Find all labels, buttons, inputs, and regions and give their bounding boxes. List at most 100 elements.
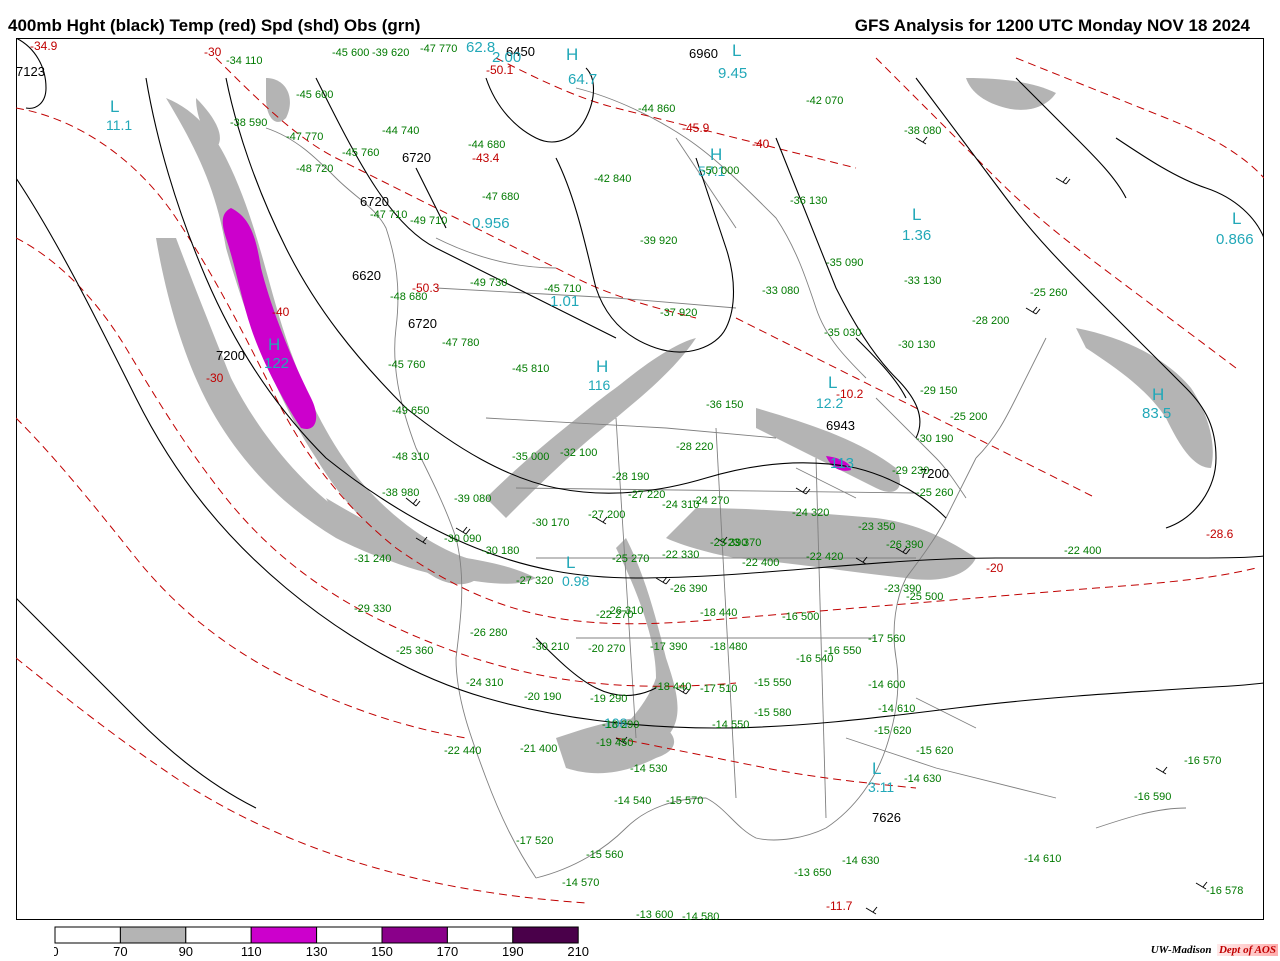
obs: -32 100 bbox=[560, 447, 597, 459]
extrema-type: H bbox=[596, 357, 608, 376]
extrema-value: 11.1 bbox=[106, 117, 132, 133]
obs: -14 610 bbox=[878, 703, 915, 715]
extrema-value: 3.11 bbox=[868, 779, 894, 795]
credit-org: UW-Madison bbox=[1150, 944, 1212, 956]
obs: -34 110 bbox=[226, 55, 263, 67]
colorbar-segment bbox=[446, 926, 514, 944]
colorbar-tick-label: 70 bbox=[113, 944, 127, 956]
extrema-value: 0.866 bbox=[1216, 231, 1254, 248]
extrema-value: 122 bbox=[264, 355, 289, 372]
height-label: 6943 bbox=[826, 418, 855, 433]
credit-dept: Dept of AOS bbox=[1216, 944, 1278, 956]
obs: -31 240 bbox=[354, 553, 391, 565]
obs: -47 710 bbox=[370, 209, 407, 221]
obs: -14 530 bbox=[630, 763, 667, 775]
obs: -13 650 bbox=[794, 867, 831, 879]
extrema-type: L bbox=[1232, 209, 1241, 228]
extrema-value: 62.8 bbox=[466, 39, 495, 56]
obs: -20 270 bbox=[588, 643, 625, 655]
colorbar-segment bbox=[119, 926, 187, 944]
obs: -28 220 bbox=[676, 441, 713, 453]
obs: -15 620 bbox=[916, 745, 953, 757]
temp-label: -20 bbox=[986, 561, 1004, 575]
obs: -42 070 bbox=[806, 95, 843, 107]
obs: -17 390 bbox=[650, 641, 687, 653]
height-label: 6720 bbox=[408, 316, 437, 331]
obs: -22 400 bbox=[742, 557, 779, 569]
obs: -49 710 bbox=[410, 215, 447, 227]
obs: -20 190 bbox=[524, 691, 561, 703]
obs: -23 390 bbox=[710, 537, 747, 549]
obs: -25 360 bbox=[396, 645, 433, 657]
obs: -15 570 bbox=[666, 795, 703, 807]
obs: -22 420 bbox=[806, 551, 843, 563]
extrema-value: 1.01 bbox=[550, 293, 579, 310]
colorbar-segment bbox=[316, 926, 383, 944]
obs: -27 220 bbox=[628, 489, 665, 501]
obs: -18 440 bbox=[700, 607, 737, 619]
obs: -16 578 bbox=[1206, 885, 1243, 897]
obs: -33 080 bbox=[762, 285, 799, 297]
obs: -30 090 bbox=[444, 533, 481, 545]
colorbar-tick-label: 0 bbox=[54, 944, 59, 956]
extrema-value: 64.7 bbox=[568, 71, 597, 88]
obs: -14 600 bbox=[868, 679, 905, 691]
obs: -16 590 bbox=[1134, 791, 1171, 803]
obs: -49 730 bbox=[470, 277, 507, 289]
extrema-value: 1.36 bbox=[902, 227, 931, 244]
obs: -45 600 bbox=[332, 47, 369, 59]
obs: -47 770 bbox=[420, 43, 457, 55]
obs: -14 630 bbox=[842, 855, 879, 867]
obs: -24 310 bbox=[466, 677, 503, 689]
extrema-value: 0.98 bbox=[562, 573, 589, 589]
temp-label: -28.6 bbox=[1206, 527, 1234, 541]
obs: -22 440 bbox=[444, 745, 481, 757]
speed-colorbar: 0 70 90 110 130 150 170 190 210 bbox=[51, 926, 642, 959]
obs: -15 580 bbox=[754, 707, 791, 719]
extrema-type: L bbox=[912, 205, 921, 224]
obs: -14 540 bbox=[614, 795, 651, 807]
obs: -30 180 bbox=[482, 545, 519, 557]
obs: -14 550 bbox=[712, 719, 749, 731]
height-label: 7123 bbox=[16, 64, 45, 79]
obs: -19 450 bbox=[596, 737, 633, 749]
extrema-value: 12.2 bbox=[816, 395, 843, 411]
obs: -17 510 bbox=[700, 683, 737, 695]
colorbar-segment bbox=[250, 926, 318, 944]
obs: -48 310 bbox=[392, 451, 429, 463]
obs: -24 310 bbox=[662, 499, 699, 511]
obs: -30 210 bbox=[532, 641, 569, 653]
temp-label: -40 bbox=[752, 137, 770, 151]
temp-label: -11.7 bbox=[826, 899, 853, 913]
colorbar-tick-label: 150 bbox=[371, 944, 393, 956]
obs: -30 170 bbox=[532, 517, 569, 529]
colorbar-tick-label: 130 bbox=[306, 944, 328, 956]
extrema-value: 116 bbox=[588, 377, 611, 393]
height-label: 7626 bbox=[872, 810, 901, 825]
obs: -28 200 bbox=[972, 315, 1009, 327]
obs: -16 570 bbox=[1184, 755, 1221, 767]
obs: -23 350 bbox=[858, 521, 895, 533]
obs: -39 620 bbox=[372, 47, 409, 59]
obs: -27 320 bbox=[516, 575, 553, 587]
obs: -15 560 bbox=[586, 849, 623, 861]
obs: -13 600 bbox=[636, 909, 673, 920]
obs: -26 390 bbox=[886, 539, 923, 551]
temp-label: -40 bbox=[272, 305, 290, 319]
height-label: 7200 bbox=[216, 348, 245, 363]
obs: -48 680 bbox=[390, 291, 427, 303]
extrema-type: L bbox=[732, 41, 741, 60]
height-label: 6720 bbox=[360, 194, 389, 209]
obs: -15 620 bbox=[874, 725, 911, 737]
extrema-type: L bbox=[872, 759, 881, 778]
obs: -22 330 bbox=[662, 549, 699, 561]
colorbar-segments bbox=[54, 926, 579, 944]
obs: -23 390 bbox=[884, 583, 921, 595]
obs: -18 290 bbox=[602, 719, 639, 731]
temp-label: -45.9 bbox=[682, 121, 710, 135]
colorbar-segment bbox=[512, 926, 579, 944]
temp-label: -30 bbox=[206, 371, 224, 385]
obs: -25 270 bbox=[612, 553, 649, 565]
obs: -14 610 bbox=[1024, 853, 1061, 865]
obs: -37 920 bbox=[660, 307, 697, 319]
